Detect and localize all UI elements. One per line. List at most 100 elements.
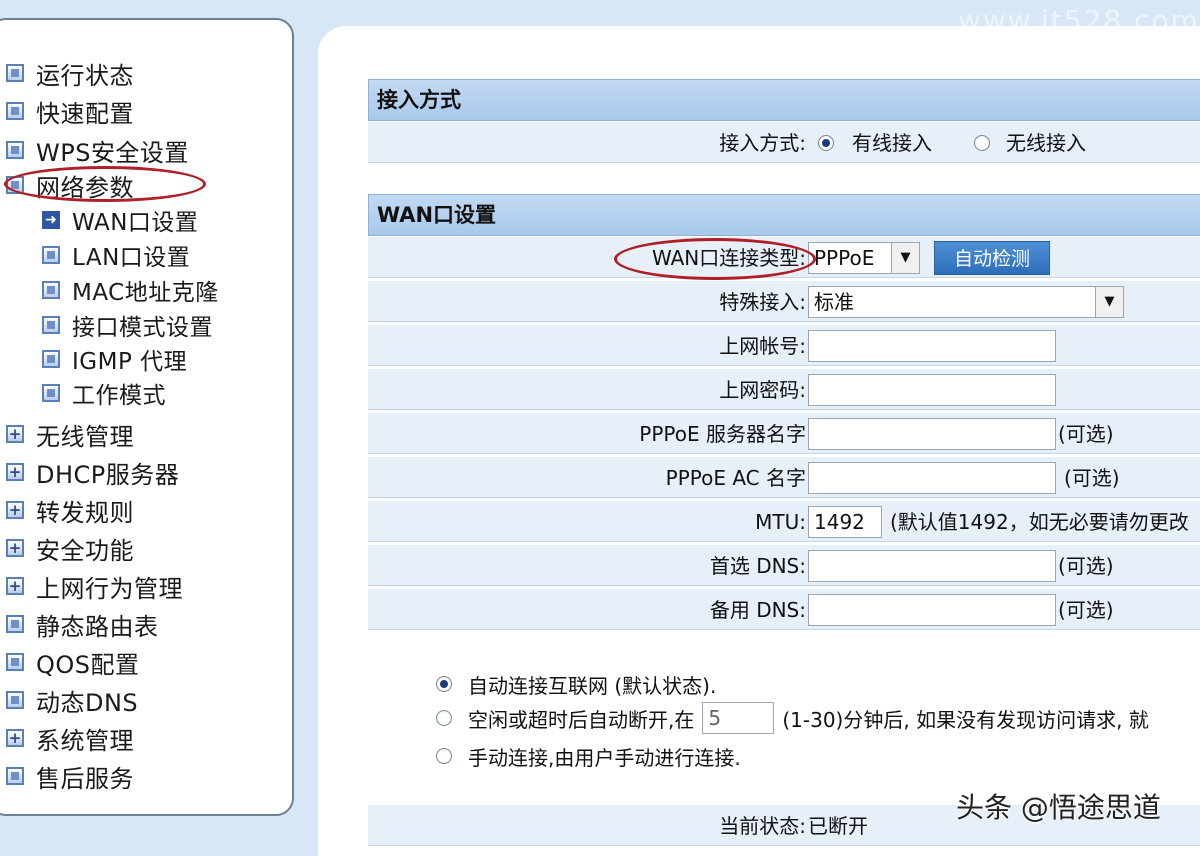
connect-mode-manual[interactable]: 手动连接,由用户手动进行连接. (436, 740, 741, 772)
password-row: 上网密码: (368, 368, 1200, 410)
sidebar-subitem-igmp[interactable]: IGMP 代理 (42, 342, 187, 376)
connect-manual-label: 手动连接,由用户手动进行连接. (468, 745, 741, 770)
sidebar-item-label: 上网行为管理 (36, 574, 183, 603)
mtu-label: MTU: (755, 510, 806, 534)
sidebar-item-label: 快速配置 (36, 99, 134, 128)
sidebar-item-static-route[interactable]: 静态路由表 (6, 607, 159, 641)
wireless-access-label: 无线接入 (1006, 131, 1086, 155)
wired-access-radio[interactable] (818, 135, 834, 151)
access-method-label: 接入方式: (719, 131, 806, 155)
connect-idle-radio[interactable] (436, 710, 452, 726)
sidebar-item-label: IGMP 代理 (72, 349, 188, 375)
sidebar-item-status[interactable]: 运行状态 (6, 56, 134, 90)
sidebar-item-label: QOS配置 (36, 650, 140, 679)
sidebar-item-wps[interactable]: WPS安全设置 (6, 133, 189, 167)
pppoe-ac-row: PPPoE AC 名字 (可选) (368, 456, 1200, 498)
sidebar-item-network[interactable]: 网络参数 (6, 168, 134, 202)
sidebar-item-quick-setup[interactable]: 快速配置 (6, 94, 134, 128)
sidebar-item-behavior[interactable]: + 上网行为管理 (6, 569, 183, 603)
idle-minutes-input[interactable]: 5 (702, 702, 775, 734)
dns1-input[interactable] (808, 550, 1056, 582)
dns2-input[interactable] (808, 594, 1056, 626)
account-row: 上网帐号: (368, 324, 1200, 366)
sidebar-item-label: 静态路由表 (36, 612, 159, 641)
pppoe-server-label: PPPoE 服务器名字 (639, 422, 806, 446)
sidebar-item-label: MAC地址克隆 (72, 280, 219, 306)
plus-box-icon: + (6, 425, 24, 443)
sidebar-item-after-sales[interactable]: 售后服务 (6, 759, 134, 793)
connect-mode-idle[interactable]: 空闲或超时后自动断开,在 5 (1-30)分钟后, 如果没有发现访问请求, 就 (436, 702, 1149, 734)
pppoe-server-input[interactable] (808, 418, 1056, 450)
connect-mode-auto[interactable]: 自动连接互联网 (默认状态). (436, 668, 716, 700)
pppoe-server-row: PPPoE 服务器名字 (可选) (368, 412, 1200, 454)
mtu-input[interactable]: 1492 (808, 506, 882, 538)
wan-conn-type-row: WAN口连接类型: PPPoE ▼ 自动检测 (368, 236, 1200, 278)
access-method-row: 接入方式: 有线接入 无线接入 (368, 121, 1200, 163)
sidebar-item-label: 售后服务 (36, 764, 134, 793)
sidebar-item-label: WPS安全设置 (36, 138, 189, 167)
dns2-label: 备用 DNS: (709, 598, 806, 622)
special-access-select[interactable]: 标准 ▼ (808, 286, 1124, 318)
chevron-down-icon[interactable]: ▼ (1095, 287, 1123, 317)
mtu-note: (默认值1492，如无必要请勿更改 (890, 510, 1189, 534)
sidebar-item-label: 无线管理 (36, 422, 134, 451)
sidebar-item-label: 接口模式设置 (72, 315, 213, 341)
dns2-row: 备用 DNS: (可选) (368, 588, 1200, 630)
wired-access-label: 有线接入 (852, 131, 932, 155)
sidebar-item-label: 运行状态 (36, 61, 134, 90)
special-access-value: 标准 (814, 290, 854, 314)
sidebar-item-security[interactable]: + 安全功能 (6, 531, 134, 565)
sidebar-subitem-wan[interactable]: ➜ WAN口设置 (42, 203, 198, 237)
status-value: 已断开 (808, 814, 868, 838)
sidebar-subitem-lan[interactable]: LAN口设置 (42, 238, 190, 272)
password-label: 上网密码: (719, 378, 806, 402)
author-watermark: 头条 @悟途思道 (956, 791, 1161, 824)
sidebar-subitem-mac-clone[interactable]: MAC地址克隆 (42, 273, 219, 307)
dns1-row: 首选 DNS: (可选) (368, 544, 1200, 586)
connect-auto-label: 自动连接互联网 (默认状态). (468, 673, 717, 698)
sidebar-item-label: DHCP服务器 (36, 460, 180, 489)
pppoe-ac-input[interactable] (808, 462, 1056, 494)
sidebar-item-forwarding[interactable]: + 转发规则 (6, 493, 134, 527)
access-method-title: 接入方式 (368, 79, 1200, 121)
plus-box-icon: + (6, 729, 24, 747)
sidebar-item-dhcp[interactable]: + DHCP服务器 (6, 455, 179, 489)
square-bullet-icon (42, 350, 60, 368)
plus-box-icon: + (6, 501, 24, 519)
status-label: 当前状态: (719, 814, 806, 838)
special-access-row: 特殊接入: 标准 ▼ (368, 280, 1200, 322)
chevron-down-icon[interactable]: ▼ (891, 243, 919, 273)
account-input[interactable] (808, 330, 1056, 362)
wireless-access-radio[interactable] (974, 135, 990, 151)
arrow-right-icon: ➜ (42, 211, 60, 229)
wan-conn-type-select[interactable]: PPPoE ▼ (808, 242, 920, 274)
sidebar-subitem-work-mode[interactable]: 工作模式 (42, 376, 166, 410)
square-bullet-icon (6, 615, 24, 633)
sidebar-item-system[interactable]: + 系统管理 (6, 721, 134, 755)
password-input[interactable] (808, 374, 1056, 406)
sidebar-item-label: 网络参数 (36, 173, 134, 202)
connect-auto-radio[interactable] (436, 676, 452, 692)
dns1-label: 首选 DNS: (709, 554, 806, 578)
auto-detect-button[interactable]: 自动检测 (934, 241, 1050, 275)
connect-idle-label: 空闲或超时后自动断开,在 (468, 707, 695, 732)
sidebar-subitem-interface-mode[interactable]: 接口模式设置 (42, 308, 213, 342)
square-bullet-icon (6, 653, 24, 671)
sidebar-item-label: 动态DNS (36, 688, 139, 717)
connect-manual-radio[interactable] (436, 748, 452, 764)
sidebar-item-label: 工作模式 (72, 383, 166, 409)
sidebar-item-qos[interactable]: QOS配置 (6, 645, 140, 679)
square-bullet-icon (6, 141, 24, 159)
square-bullet-icon (6, 102, 24, 120)
sidebar-menu: 运行状态 快速配置 WPS安全设置 网络参数 ➜ WAN口设置 LAN口设置 M… (0, 18, 294, 816)
sidebar-item-ddns[interactable]: 动态DNS (6, 683, 138, 717)
square-bullet-icon (6, 64, 24, 82)
optional-note: (可选) (1064, 466, 1120, 490)
square-bullet-icon (6, 691, 24, 709)
sidebar-item-label: 安全功能 (36, 536, 134, 565)
sidebar-item-wireless[interactable]: + 无线管理 (6, 417, 134, 451)
wan-settings-title: WAN口设置 (368, 194, 1200, 236)
square-bullet-icon (42, 384, 60, 402)
square-bullet-icon (42, 281, 60, 299)
square-bullet-icon (6, 176, 24, 194)
